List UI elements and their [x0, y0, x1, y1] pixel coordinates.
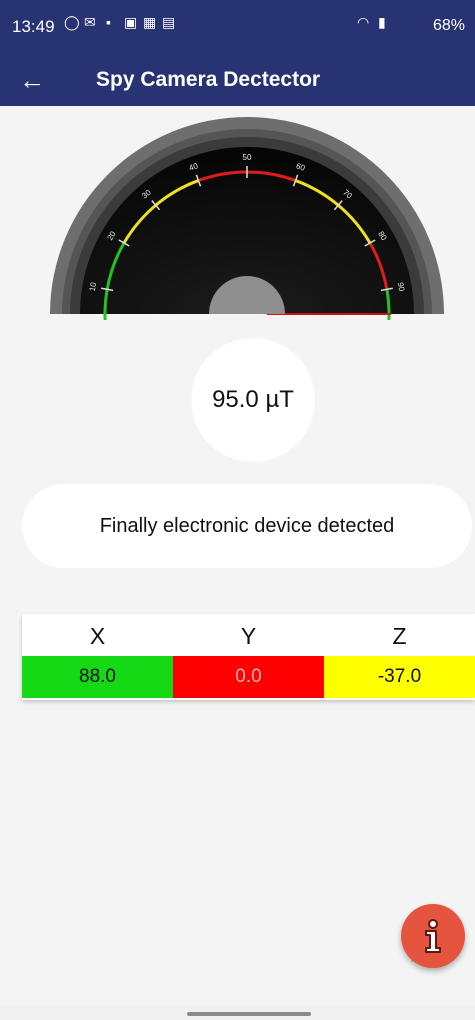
- whatsapp-icon: ◯: [64, 14, 80, 30]
- battery-percentage: 68%: [432, 17, 465, 34]
- wifi-icon: ◠: [357, 14, 370, 30]
- info-button[interactable]: [401, 904, 465, 968]
- reading-value: 95.0 µT: [191, 338, 315, 462]
- axis-value-x: 88.0: [22, 656, 173, 698]
- arrow-left-icon: ←: [19, 65, 45, 95]
- axis-header-z: Z: [392, 623, 407, 649]
- robot-icon: ▣: [124, 14, 138, 30]
- back-button[interactable]: ←: [12, 62, 52, 98]
- signal-icon: ▮: [378, 14, 386, 30]
- notification-icon: ▪: [106, 14, 111, 30]
- app-bar: ← Spy Camera Dectector: [0, 56, 475, 106]
- calendar-icon: ▤: [162, 14, 176, 30]
- axis-value-y: 0.0: [173, 656, 324, 698]
- axis-table: X Y Z 88.0 0.0 -37.0: [22, 614, 475, 700]
- status-time: 13:49: [12, 17, 55, 36]
- status-bar: 13:49 ◯ ✉ ▪ ▣ ▦ ▤ ◠ ▮ 68%: [0, 0, 475, 56]
- home-indicator[interactable]: [187, 1012, 311, 1016]
- page-title: Spy Camera Dectector: [96, 68, 321, 91]
- magnetic-gauge: 0102030405060708090100: [50, 117, 444, 320]
- info-icon: [411, 919, 441, 962]
- gallery-icon: ▦: [143, 14, 157, 30]
- detection-message: Finally electronic device detected: [22, 484, 472, 568]
- axis-value-z: -37.0: [324, 656, 475, 698]
- axis-header-y: Y: [240, 623, 257, 649]
- gauge-tick-label: 50: [243, 153, 252, 162]
- axis-header-x: X: [89, 623, 106, 649]
- gmail-icon: ✉: [84, 14, 96, 30]
